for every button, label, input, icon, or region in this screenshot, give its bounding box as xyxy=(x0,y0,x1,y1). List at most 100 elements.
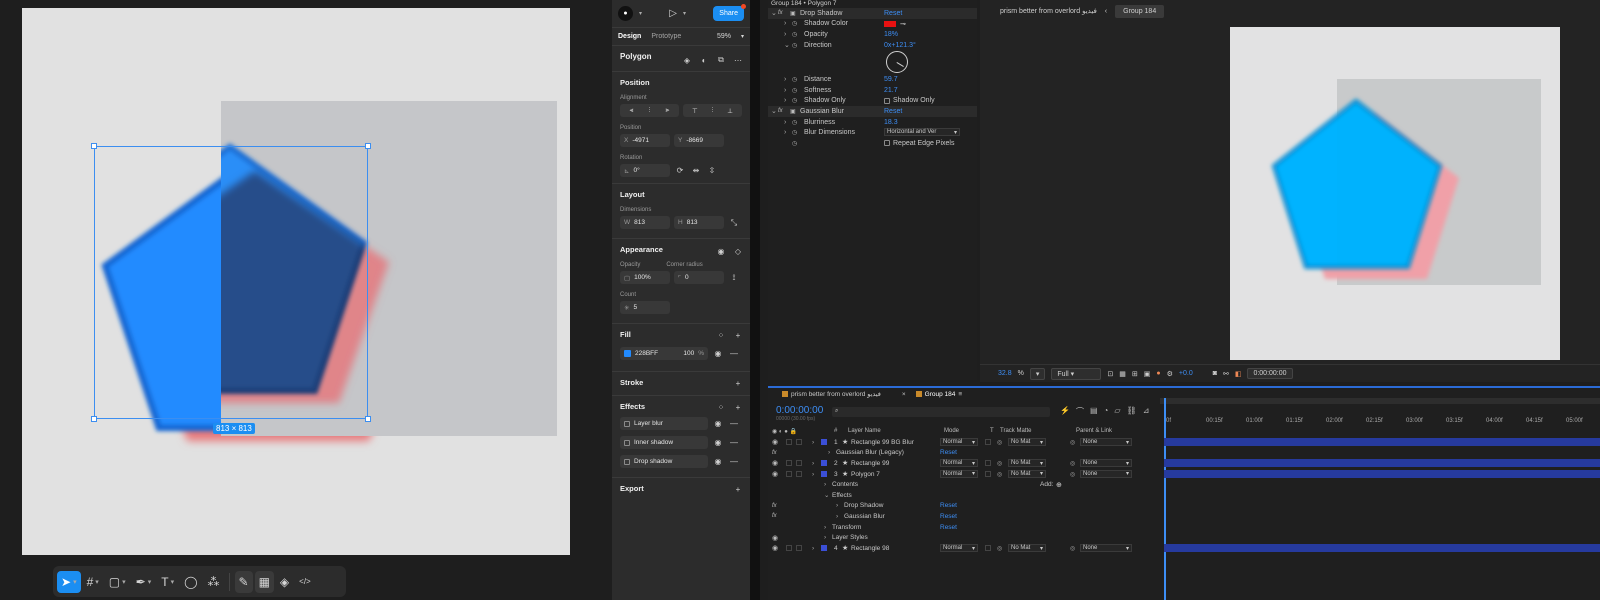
fx-icon[interactable]: fx xyxy=(772,450,777,456)
align-middle-icon[interactable]: ⫶ xyxy=(712,107,714,115)
property-row[interactable]: fx›Gaussian Blur (Legacy)ResetI xyxy=(768,448,1166,459)
expand-icon[interactable]: › xyxy=(824,534,826,541)
matte-link-icon[interactable]: ◎ xyxy=(997,460,1002,467)
mask-visibility-icon[interactable]: ⊞ xyxy=(1132,370,1138,378)
reset-link[interactable]: Reset xyxy=(940,449,957,456)
align-bottom-icon[interactable]: ⊥ xyxy=(727,107,733,115)
expand-icon[interactable]: › xyxy=(784,31,786,38)
checkbox-option[interactable]: Shadow Only xyxy=(884,97,935,104)
plus-icon[interactable]: + xyxy=(732,483,744,495)
lock-box[interactable] xyxy=(796,460,802,467)
flip-horizontal-icon[interactable]: ⇹ xyxy=(690,165,702,177)
mask-icon[interactable]: ◐ xyxy=(698,54,710,66)
share-button[interactable]: Share xyxy=(713,4,746,21)
timeline-tab-group[interactable]: Group 184 ≡ xyxy=(915,391,962,398)
effect-field[interactable]: Inner shadow xyxy=(620,436,708,449)
lock-box[interactable] xyxy=(796,439,802,446)
stopwatch-icon[interactable]: ◷ xyxy=(792,129,797,136)
effect-control-value[interactable]: 59.7 xyxy=(884,76,898,83)
preserve-transparency-box[interactable] xyxy=(985,439,991,446)
expand-icon[interactable]: › xyxy=(784,87,786,94)
property-row[interactable]: fx›Gaussian BlurResetI xyxy=(768,511,1166,522)
expand-icon[interactable]: › xyxy=(824,524,826,531)
graph-icon[interactable]: ⊿ xyxy=(1143,406,1150,417)
plus-icon[interactable]: + xyxy=(732,329,744,341)
resize-handle-bl[interactable] xyxy=(91,416,97,422)
stopwatch-icon[interactable]: ◷ xyxy=(792,20,797,27)
resize-handle-tl[interactable] xyxy=(91,143,97,149)
rotate-icon[interactable]: ⟳ xyxy=(674,165,686,177)
shy-icon[interactable]: ⌒ xyxy=(1076,406,1084,417)
stopwatch-icon[interactable]: ◷ xyxy=(792,31,797,38)
eye-icon[interactable]: ◉ xyxy=(712,348,724,360)
blend-mode-dropdown[interactable]: Normal ▾ xyxy=(940,459,978,468)
layer-duration-bar[interactable] xyxy=(1164,469,1600,478)
solo-box[interactable] xyxy=(786,439,792,446)
parent-dropdown[interactable]: None ▾ xyxy=(1080,544,1132,552)
align-vertical-group[interactable]: ⊤ ⫶ ⊥ xyxy=(683,104,742,117)
lock-box[interactable] xyxy=(796,471,802,478)
eye-icon[interactable]: ◉ xyxy=(772,438,778,446)
boolean-icon[interactable]: ⧉ xyxy=(715,54,727,66)
expand-icon[interactable]: ⌄ xyxy=(771,9,777,17)
eye-icon[interactable]: ◉ xyxy=(712,456,724,468)
width-field[interactable]: W 813 xyxy=(620,216,670,229)
property-row[interactable]: ›ContentsAdd:⊕I xyxy=(768,479,1166,490)
chevron-down-icon[interactable]: ▾ xyxy=(741,33,744,40)
reset-link[interactable]: Reset xyxy=(940,502,957,509)
fill-swatch[interactable] xyxy=(624,350,631,357)
track-matte-dropdown[interactable]: No Mat ▾ xyxy=(1008,544,1046,552)
property-row[interactable]: ⌄EffectsI xyxy=(768,490,1166,501)
direction-dial[interactable] xyxy=(886,51,908,74)
expand-icon[interactable]: › xyxy=(812,545,814,552)
flip-vertical-icon[interactable]: ⇳ xyxy=(706,165,718,177)
checkbox[interactable] xyxy=(884,97,890,104)
label-color-swatch[interactable] xyxy=(821,545,827,551)
layer-row[interactable]: ◉ › 4 ★ Rectangle 98 Normal ▾ ◎ No Mat ▾ ◎ None ▾ xyxy=(768,543,1160,554)
checkbox-option[interactable]: Repeat Edge Pixels xyxy=(884,140,954,147)
layer-name[interactable]: Rectangle 98 xyxy=(851,545,889,552)
height-field[interactable]: H 813 xyxy=(674,216,724,229)
resize-handle-tr[interactable] xyxy=(365,143,371,149)
preserve-transparency-box[interactable] xyxy=(985,471,991,478)
transparency-icon[interactable]: ▦ xyxy=(1119,370,1126,378)
align-right-icon[interactable]: ⫸ xyxy=(666,107,670,115)
minus-icon[interactable]: — xyxy=(728,418,740,430)
draft-3d-icon[interactable]: ⚡ xyxy=(1060,406,1070,417)
pick-whip-icon[interactable]: ◎ xyxy=(1070,545,1075,552)
stopwatch-icon[interactable]: ◷ xyxy=(792,119,797,126)
menu-icon[interactable]: ≡ xyxy=(958,391,962,398)
current-time-indicator[interactable] xyxy=(1164,398,1166,600)
chevron-down-icon[interactable]: ▾ xyxy=(683,10,686,17)
solo-box[interactable] xyxy=(786,471,792,478)
layer-name[interactable]: Polygon 7 xyxy=(851,471,880,478)
snapshot-icon[interactable]: ◙ xyxy=(1213,370,1217,377)
minus-icon[interactable]: — xyxy=(728,456,740,468)
expand-icon[interactable]: › xyxy=(824,481,826,488)
layer-duration-bar[interactable] xyxy=(1164,459,1600,468)
layer-row[interactable]: ◉ › 1 ★ Rectangle 99 BG Blur Normal ▾ ◎ No Mat ▾ ◎… xyxy=(768,437,1160,448)
effect-checkbox[interactable] xyxy=(624,420,630,427)
expand-open-icon[interactable]: ⌄ xyxy=(824,491,829,499)
reset-link[interactable]: Reset xyxy=(940,513,957,520)
expand-icon[interactable]: › xyxy=(828,449,830,456)
time-ruler[interactable]: 0f 00:15f 01:00f 01:15f 02:00f 02:15f 03:00f 03… xyxy=(1160,412,1600,426)
zoom-level[interactable]: 59% xyxy=(717,33,731,40)
effect-field[interactable]: Drop shadow xyxy=(620,455,708,468)
expand-icon[interactable]: › xyxy=(812,460,814,467)
stopwatch-icon[interactable]: ◷ xyxy=(792,87,797,94)
current-time[interactable]: 0:00:00:00 xyxy=(776,405,823,416)
viewer-zoom[interactable]: 32.8 xyxy=(998,370,1012,377)
property-row[interactable]: fx›Drop ShadowResetI xyxy=(768,501,1166,512)
matte-link-icon[interactable]: ◎ xyxy=(997,471,1002,478)
track-matte-dropdown[interactable]: No Mat ▾ xyxy=(1008,459,1046,468)
effect-checkbox[interactable] xyxy=(624,458,630,465)
pick-whip-icon[interactable]: ◎ xyxy=(1070,439,1075,446)
layer-row[interactable]: ◉ › 2 ★ Rectangle 99 Normal ▾ ◎ No Mat ▾ ◎ None ▾ xyxy=(768,458,1160,469)
fill-field[interactable]: 228BFF 100% xyxy=(620,347,708,360)
graph-editor-icon[interactable]: ▱ xyxy=(1114,406,1120,417)
eye-icon[interactable]: ◉ xyxy=(772,470,778,478)
eye-icon[interactable]: ◉ xyxy=(772,534,778,542)
chain-icon[interactable]: ⛓ xyxy=(1127,406,1137,417)
parent-dropdown[interactable]: None ▾ xyxy=(1080,469,1132,478)
